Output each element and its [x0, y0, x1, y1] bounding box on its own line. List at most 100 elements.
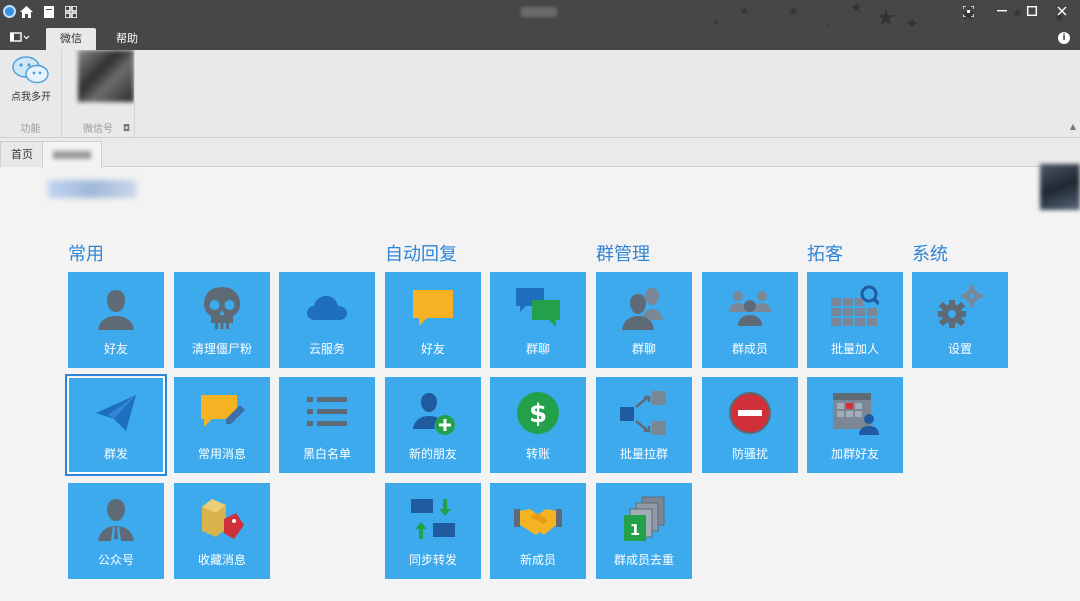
- ribbon-collapse-icon[interactable]: ▲: [1070, 122, 1076, 131]
- tile-label: 群发: [103, 447, 128, 461]
- page-tab-bar: 首页: [0, 138, 1080, 168]
- group-expand-icon[interactable]: ◘: [123, 124, 130, 134]
- batch-pull-icon: [620, 391, 666, 435]
- tile-sync-forward[interactable]: 同步转发: [385, 483, 481, 579]
- section-title-expand: 拓客: [807, 244, 843, 265]
- tile-group-chat[interactable]: 群聊: [596, 272, 692, 368]
- tile-friends[interactable]: 好友: [68, 272, 164, 368]
- dedupe-icon: 1: [624, 496, 665, 541]
- tab-help[interactable]: 帮助: [102, 28, 152, 50]
- tile-label: 公众号: [97, 553, 134, 567]
- ribbon-tab-bar: 微信 帮助 i: [0, 26, 1080, 50]
- skull-icon: [204, 287, 240, 329]
- tile-favorite-messages[interactable]: 收藏消息: [174, 483, 270, 579]
- tab-wechat[interactable]: 微信: [46, 28, 96, 50]
- tile-label: 常用消息: [197, 447, 246, 461]
- tile-label: 收藏消息: [197, 553, 246, 567]
- tile-label: 清理僵尸粉: [191, 342, 252, 356]
- tile-label: 防骚扰: [731, 447, 768, 461]
- info-icon[interactable]: i: [1058, 32, 1070, 44]
- svg-text:1: 1: [630, 521, 640, 539]
- close-button[interactable]: [1048, 2, 1076, 20]
- user-icon: [98, 290, 134, 330]
- tile-label: 加群好友: [830, 447, 879, 461]
- tile-batch-pull-group[interactable]: 批量拉群: [596, 377, 692, 473]
- wechat-icon: [12, 56, 49, 84]
- favorite-tag-icon: [202, 499, 244, 539]
- sync-forward-icon: [411, 499, 455, 539]
- chat-bubble-icon: [413, 290, 453, 326]
- tile-auto-reply-group[interactable]: 群聊: [490, 272, 586, 368]
- maximize-button[interactable]: [1018, 2, 1046, 20]
- tile-common-messages[interactable]: 常用消息: [174, 377, 270, 473]
- title-bar: ★ ★ ★ ★ ★ ★ ★ ★ ★ ★ ★ ★ ★ ★: [0, 0, 1080, 50]
- members-icon: [729, 291, 771, 326]
- ribbon-group-functions: 点我多开 功能: [0, 50, 62, 138]
- tile-new-members[interactable]: 新成员: [490, 483, 586, 579]
- tile-label: 云服务: [308, 342, 345, 356]
- tile-official-account[interactable]: 公众号: [68, 483, 164, 579]
- tile-dedupe-members[interactable]: 1 群成员去重: [596, 483, 692, 579]
- cloud-icon: [307, 296, 347, 320]
- section-title-system: 系统: [912, 244, 948, 265]
- tab-current-label: [53, 151, 91, 159]
- section-title-group-manage: 群管理: [596, 244, 650, 265]
- tile-black-white-list[interactable]: 黑白名单: [279, 377, 375, 473]
- tile-auto-reply-friends[interactable]: 好友: [385, 272, 481, 368]
- tile-transfer[interactable]: $ 转账: [490, 377, 586, 473]
- tile-label: 群成员去重: [613, 553, 674, 567]
- tile-batch-add-users[interactable]: 批量加人: [807, 272, 903, 368]
- no-entry-icon: [729, 392, 771, 434]
- tile-label: 同步转发: [408, 553, 457, 567]
- official-account-icon: [98, 499, 134, 541]
- tile-clean-zombie[interactable]: 清理僵尸粉: [174, 272, 270, 368]
- list-icon: [307, 397, 347, 426]
- tile-label: 群成员: [731, 342, 768, 356]
- tile-label: 群聊: [525, 342, 550, 356]
- tab-current[interactable]: [42, 141, 102, 168]
- tile-label: 新成员: [519, 553, 556, 567]
- grid-view-icon[interactable]: [60, 0, 82, 24]
- group-chat-icon: [516, 288, 560, 327]
- user-avatar[interactable]: [1040, 164, 1080, 210]
- tile-label: 好友: [103, 342, 128, 356]
- tile-label: 新的朋友: [408, 447, 457, 461]
- minimize-button[interactable]: [988, 2, 1016, 20]
- ribbon-group-accounts: 微信号 ◘: [62, 50, 135, 138]
- tile-label: 批量加人: [830, 342, 879, 356]
- ribbon-panel: 点我多开 功能 微信号 ◘ ▲: [0, 50, 1080, 138]
- window-title: [521, 7, 557, 17]
- tile-broadcast[interactable]: 群发: [65, 374, 167, 476]
- tile-cloud-service[interactable]: 云服务: [279, 272, 375, 368]
- section-title-common: 常用: [68, 244, 104, 265]
- tile-label: 群聊: [631, 342, 656, 356]
- add-friend-icon: [413, 393, 455, 435]
- grid-search-icon: [831, 285, 879, 326]
- tile-new-friends[interactable]: 新的朋友: [385, 377, 481, 473]
- tile-label: 转账: [525, 447, 550, 461]
- panel-toggle-icon[interactable]: [9, 31, 32, 45]
- handshake-icon: [514, 509, 562, 535]
- tile-label: 批量拉群: [619, 447, 668, 461]
- home-icon[interactable]: [15, 0, 37, 24]
- account-avatar[interactable]: [66, 50, 134, 120]
- group-users-icon: [622, 288, 663, 330]
- capture-icon[interactable]: [954, 2, 982, 20]
- multi-open-label: 点我多开: [11, 92, 51, 103]
- tile-label: 好友: [420, 342, 445, 356]
- document-icon[interactable]: [38, 0, 60, 24]
- svg-text:$: $: [529, 399, 547, 429]
- tile-anti-harassment[interactable]: 防骚扰: [702, 377, 798, 473]
- paper-plane-icon: [96, 395, 136, 431]
- account-name-blurred: [48, 180, 136, 198]
- group-label-functions: 功能: [20, 124, 41, 135]
- section-title-auto-reply: 自动回复: [385, 244, 457, 265]
- tile-label: 黑白名单: [302, 447, 351, 461]
- tab-home[interactable]: 首页: [0, 141, 44, 167]
- tile-add-group-friends[interactable]: 加群好友: [807, 377, 903, 473]
- multi-open-button[interactable]: 点我多开: [0, 50, 62, 110]
- calendar-user-icon: [833, 393, 879, 435]
- tile-settings[interactable]: 设置: [912, 272, 1008, 368]
- tile-label: 设置: [947, 342, 972, 356]
- tile-group-members[interactable]: 群成员: [702, 272, 798, 368]
